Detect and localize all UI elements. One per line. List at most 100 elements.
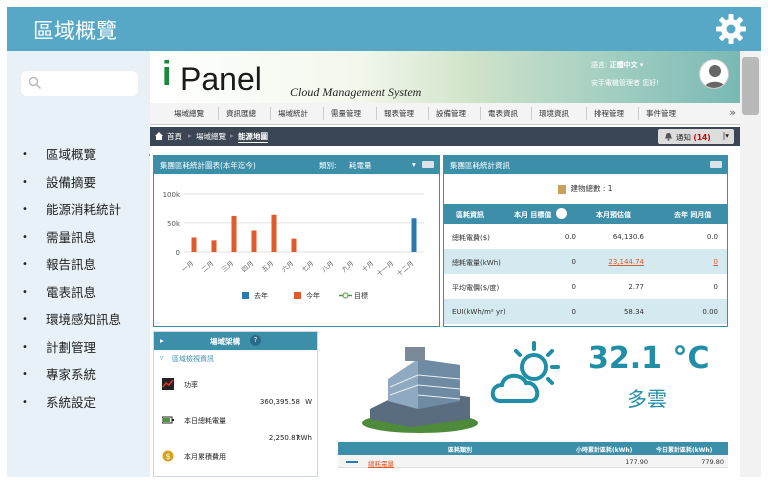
chevron-down-icon[interactable]: ▾ (412, 160, 416, 169)
sidebar-item-label: 專家系統 (46, 367, 97, 382)
menu-item-4[interactable]: 報表管理 (384, 108, 414, 119)
kpi-unit: kWh (296, 434, 312, 442)
building-icon (558, 184, 567, 194)
bell-icon (665, 133, 672, 141)
avatar[interactable] (699, 59, 729, 89)
sidebar-item-0[interactable]: • 區域概覽 (7, 141, 158, 169)
collapse-icon[interactable] (422, 161, 434, 168)
kpi-label: 本日總耗電量 (184, 417, 226, 425)
org-panel-title: 場域架構 (210, 337, 240, 346)
stats-last_year: 0.0 (706, 233, 718, 241)
notification-label: 通知 (676, 133, 691, 142)
sidebar-item-7[interactable]: • 計劃管理 (7, 334, 150, 362)
stats-target: 0 (571, 258, 576, 266)
sidebar-item-5[interactable]: • 電表訊息 (7, 279, 150, 307)
sidebar-nav: • 區域概覽 • 設備摘要 • 能源消耗統計 • 需量訊息 • 報告訊息 • 電表訊息 • 環境感知訊息 •… (7, 141, 158, 417)
language-label: 語言: (591, 61, 608, 69)
chart-filter-select[interactable]: 耗電量 (349, 160, 372, 171)
sidebar-item-3[interactable]: • 需量訊息 (7, 224, 150, 252)
menu-item-0[interactable]: 場域總覽 (174, 108, 204, 119)
stats-target: 0 (571, 308, 576, 316)
x-tick-label: 四月 (240, 259, 255, 273)
chart-panel-title: 集團區耗統計圖表(本年迄今) (160, 161, 256, 170)
help-icon[interactable]: ? (250, 335, 261, 346)
menu-item-5[interactable]: 設備管理 (436, 108, 466, 119)
stats-estimate: 64,130.6 (612, 233, 644, 241)
stats-header-cell: 本月預估值 (596, 211, 631, 219)
stats-label: 總耗電費($) (452, 234, 490, 242)
sidebar-item-9[interactable]: • 系統設定 (7, 389, 150, 417)
legend-swatch (242, 292, 249, 299)
org-subtitle[interactable]: ▿ 區域檢視資訊 (154, 350, 317, 365)
menu-item-9[interactable]: 事件管理 (646, 108, 676, 119)
menu-item-2[interactable]: 場域統計 (278, 108, 308, 119)
x-tick-label: 七月 (300, 259, 316, 274)
bar-this-year (271, 214, 277, 252)
kpi-item: $ 本月累積費用 (162, 450, 312, 477)
scrollbar-thumb[interactable] (742, 57, 759, 115)
stats-estimate[interactable]: 23,144.74 (608, 258, 644, 266)
kpi-unit: W (305, 398, 312, 406)
sidebar-item-label: 環境感知訊息 (46, 312, 122, 327)
menu-more-icon[interactable]: » (729, 106, 736, 119)
legend-label: 今年 (306, 291, 320, 300)
sidebar-item-2[interactable]: • 能源消耗統計 (7, 196, 150, 224)
y-tick-label: 100k (163, 191, 181, 199)
sidebar-item-6[interactable]: • 環境感知訊息 (7, 306, 150, 334)
top-menu: 場域總覽 資訊匯總 場域統計 需量管理 報表管理 設備管理 電表資訊 環境資訊 排程管理 事件管理… (150, 103, 740, 125)
menu-item-1[interactable]: 資訊匯總 (226, 108, 256, 119)
y-tick-label: 50k (167, 220, 181, 228)
partly-cloudy-icon (490, 341, 560, 403)
sidebar-item-8[interactable]: • 專家系統 (7, 361, 150, 389)
x-tick-label: 十二月 (395, 259, 416, 278)
scrollbar[interactable] (740, 51, 761, 477)
menu-item-6[interactable]: 電表資訊 (488, 108, 518, 119)
chevron-down-icon: |▾ (722, 131, 729, 140)
notification-button[interactable]: 通知 (14) |▾ (658, 129, 734, 144)
stats-last_year[interactable]: 0 (714, 258, 718, 266)
load-row: 總耗電量 177.90 779.80 (338, 455, 728, 468)
bullet: • (22, 231, 28, 243)
menu-item-3[interactable]: 需量管理 (331, 108, 361, 119)
stats-header-cell: 區耗資訊 (456, 211, 484, 219)
sidebar-item-label: 能源消耗統計 (46, 202, 122, 217)
sidebar-item-4[interactable]: • 報告訊息 (7, 251, 150, 279)
load-hour: 177.90 (625, 458, 648, 466)
stats-row: 平均電價($/度) 0 2.77 0 (444, 274, 727, 299)
logo-panel: Panel (180, 61, 262, 97)
language-selector[interactable]: 語言: 正體中文 ▾ (591, 60, 643, 70)
user-icon (703, 65, 727, 88)
kpi-item: 本日總耗電量 2,250.87 kWh (161, 414, 312, 448)
menu-item-8[interactable]: 排程管理 (594, 108, 624, 119)
energy-chart-panel: 集團區耗統計圖表(本年迄今) 類別: 耗電量 ▾ 100k 50k 0 一月 二月 三月四… (153, 155, 440, 327)
stats-target: 0.0 (564, 233, 576, 241)
bar-last-year (411, 218, 417, 252)
chevron-right-icon[interactable]: ▸ (160, 336, 164, 345)
search-input[interactable] (21, 71, 138, 96)
load-label[interactable]: 總耗電量 (368, 458, 394, 468)
breadcrumb-level1[interactable]: 場域總覽 (196, 131, 226, 142)
embedded-ipanel: i Panel Cloud Management System 語言: 正體中文… (150, 51, 740, 477)
welcome-text: 安手電機管理者 您好! (591, 79, 660, 87)
bar-this-year (191, 237, 197, 252)
bar-this-year (211, 240, 217, 252)
stats-row: EUI(kWh/m² yr) 0 58.34 0.00 (444, 299, 727, 324)
kpi-value: 360,395.58 (259, 398, 300, 406)
sidebar-item-label: 區域概覽 (46, 147, 97, 162)
breadcrumb-home[interactable]: 首頁 (167, 131, 182, 142)
chart-icon (162, 378, 174, 392)
sidebar-item-1[interactable]: • 設備摘要 (7, 169, 150, 197)
energy-bar-chart: 100k 50k 0一月 二月 三月 四月 五月 六月 七月 八月 九月 十月 十一月 十二月去年 今年 目標 (163, 191, 424, 300)
search-icon (28, 76, 42, 90)
menu-item-7[interactable]: 環境資訊 (539, 108, 569, 119)
stats-row: 總耗電費($) 0.0 64,130.6 0.0 (444, 224, 727, 249)
load-header-cell: 區耗類別 (448, 447, 473, 454)
language-value: 正體中文 (609, 61, 638, 69)
stats-last_year: 0 (713, 283, 718, 291)
bullet: • (22, 204, 28, 215)
collapse-icon[interactable] (710, 161, 722, 168)
gear-icon[interactable] (715, 13, 747, 45)
bullet: • (22, 341, 28, 353)
stats-row: 總耗電量(kWh) 0 23,144.74 0 (444, 249, 727, 274)
info-icon[interactable] (556, 208, 567, 219)
